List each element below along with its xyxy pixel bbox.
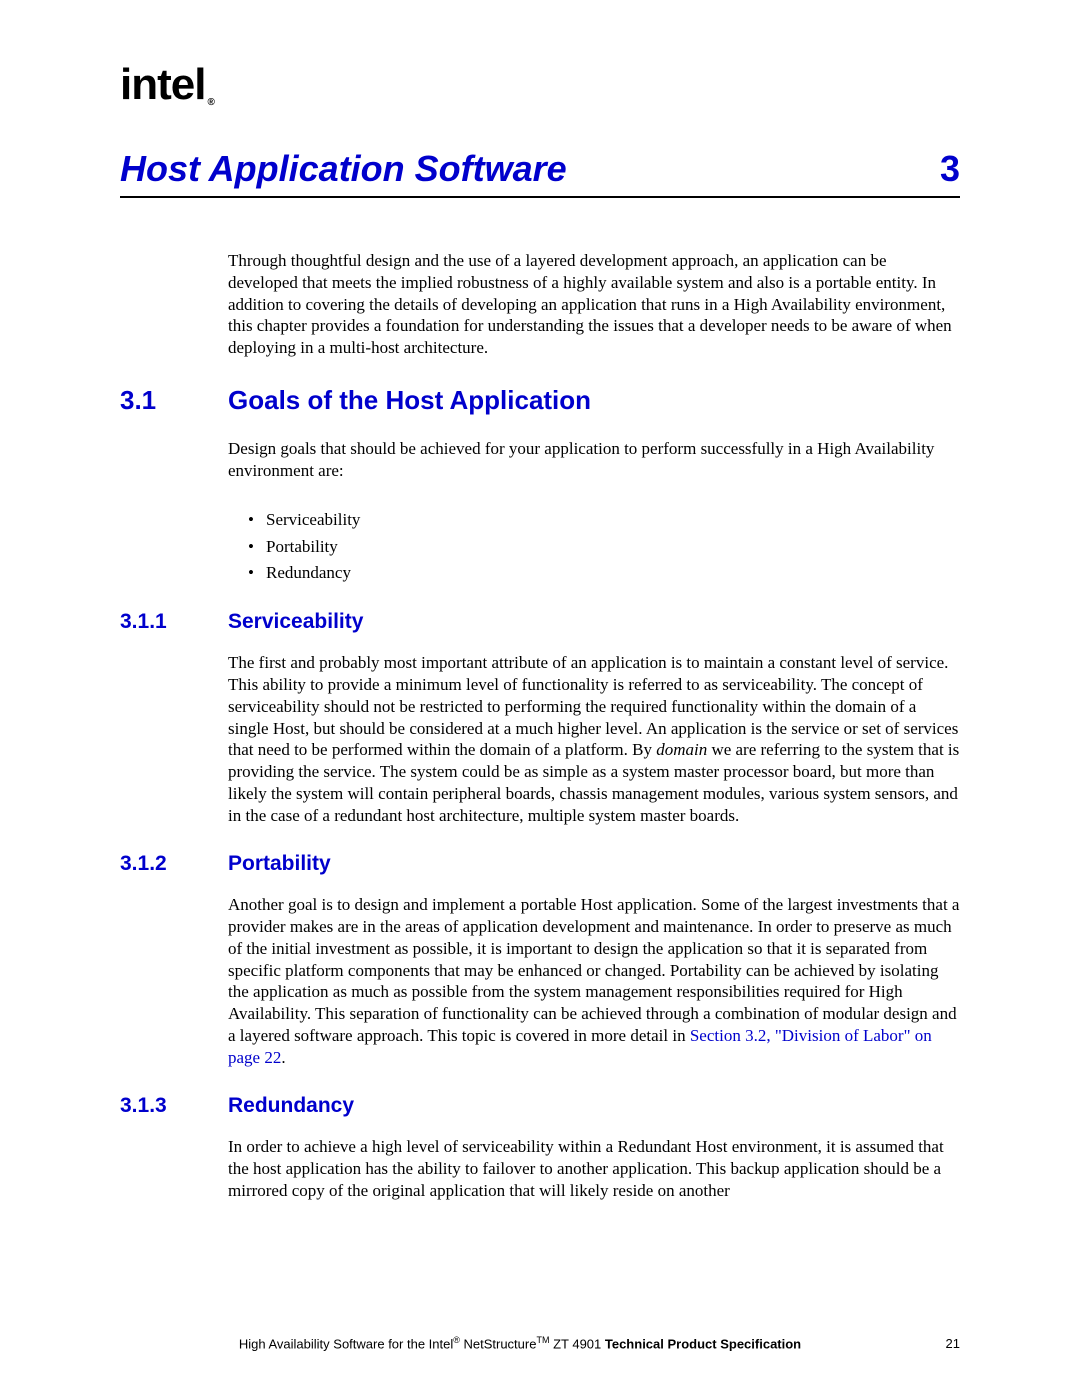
heading-num: 3.1.2 (120, 852, 228, 876)
redundancy-paragraph: In order to achieve a high level of serv… (228, 1136, 960, 1201)
footer-reg: ® (453, 1335, 460, 1345)
section-3-1-lead: Design goals that should be achieved for… (228, 438, 960, 482)
chapter-number: 3 (940, 148, 960, 190)
footer-mid: NetStructure (460, 1336, 537, 1351)
list-item: Redundancy (248, 560, 960, 586)
page-footer: High Availability Software for the Intel… (120, 1335, 960, 1351)
heading-3-1: 3.1 Goals of the Host Application (120, 385, 960, 416)
intel-logo: intel® (120, 60, 212, 110)
logo-text: intel (120, 60, 205, 109)
list-item: Portability (248, 534, 960, 560)
footer-bold: Technical Product Specification (605, 1336, 801, 1351)
text-part: Another goal is to design and implement … (228, 895, 959, 1045)
footer-post: ZT 4901 (549, 1336, 604, 1351)
intro-paragraph: Through thoughtful design and the use of… (228, 250, 960, 359)
heading-3-1-2: 3.1.2 Portability (120, 852, 960, 876)
heading-text: Redundancy (228, 1094, 354, 1118)
text-emphasis: domain (656, 740, 707, 759)
heading-num: 3.1.1 (120, 610, 228, 634)
text-part: . (281, 1048, 285, 1067)
footer-text: High Availability Software for the Intel… (120, 1335, 920, 1351)
heading-text: Portability (228, 852, 331, 876)
heading-3-1-1: 3.1.1 Serviceability (120, 610, 960, 634)
heading-text: Goals of the Host Application (228, 385, 591, 416)
serviceability-paragraph: The first and probably most important at… (228, 652, 960, 826)
logo-registered: ® (207, 97, 213, 108)
heading-num: 3.1 (120, 385, 228, 416)
portability-paragraph: Another goal is to design and implement … (228, 894, 960, 1068)
goals-list: Serviceability Portability Redundancy (248, 507, 960, 586)
footer-pre: High Availability Software for the Intel (239, 1336, 453, 1351)
list-item: Serviceability (248, 507, 960, 533)
chapter-title: Host Application Software (120, 148, 567, 190)
heading-3-1-3: 3.1.3 Redundancy (120, 1094, 960, 1118)
chapter-header: Host Application Software 3 (120, 148, 960, 198)
page-number: 21 (920, 1336, 960, 1351)
heading-num: 3.1.3 (120, 1094, 228, 1118)
heading-text: Serviceability (228, 610, 363, 634)
footer-tm: TM (536, 1335, 549, 1345)
